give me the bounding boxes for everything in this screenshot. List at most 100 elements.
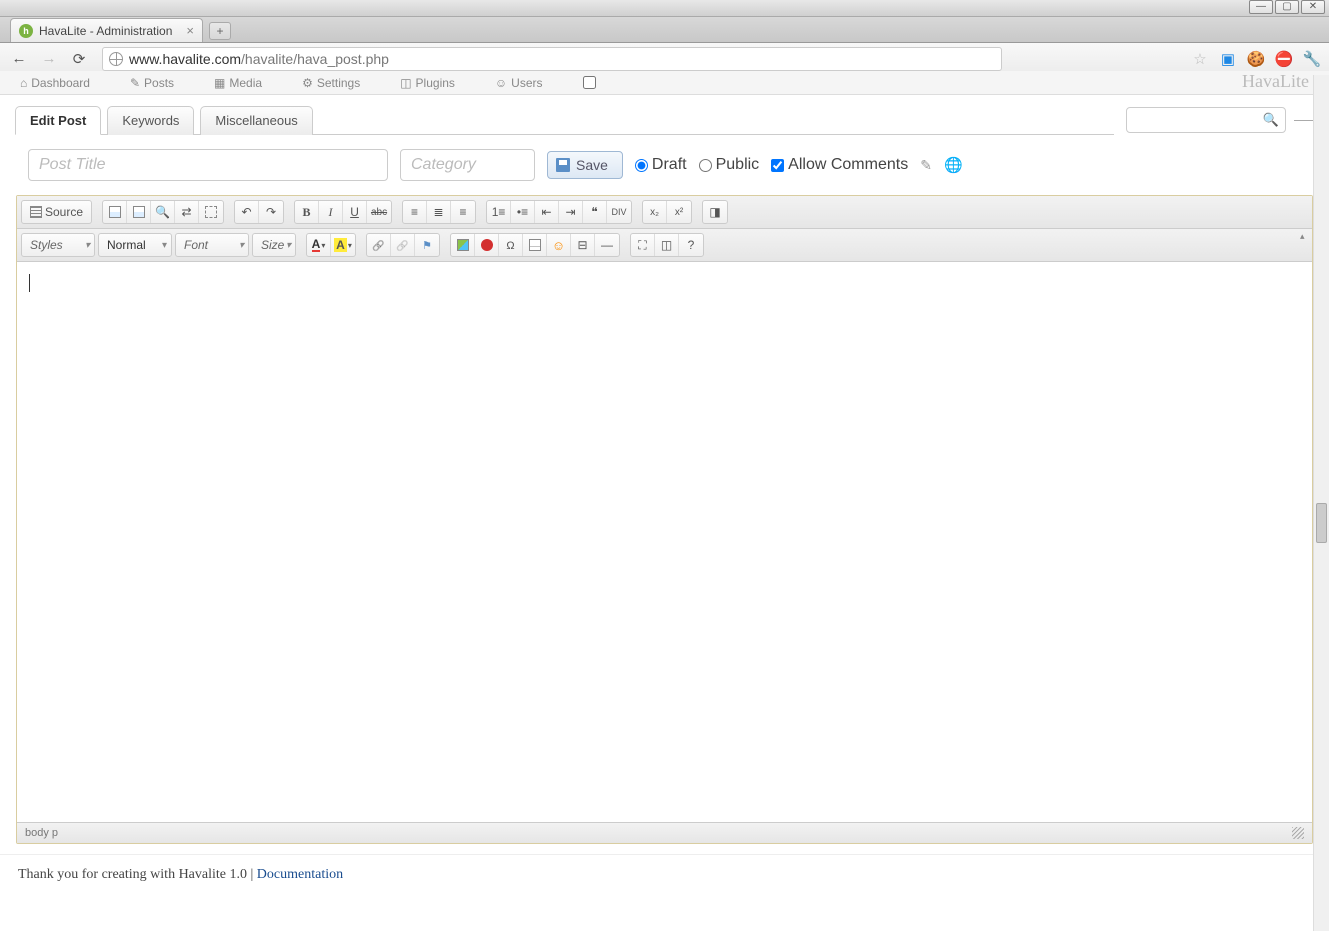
gear-icon: ⚙ [302,76,313,90]
hr-button[interactable]: — [595,234,619,256]
outdent-button[interactable]: ⇤ [535,201,559,223]
maximize-button[interactable]: ⛶ [631,234,655,256]
public-radio-label[interactable]: Public [699,156,760,174]
draft-radio-label[interactable]: Draft [635,156,687,174]
extension-icon-2[interactable]: 🍪 [1247,50,1265,68]
nav-settings[interactable]: ⚙Settings [302,76,360,90]
nav-toggle-checkbox[interactable] [583,76,596,89]
address-bar[interactable]: www.havalite.com/havalite/hava_post.php [102,47,1002,71]
newpage-button[interactable] [103,201,127,223]
page-scrollbar[interactable] [1313,75,1329,931]
editor-content-area[interactable] [17,262,1312,822]
nav-users[interactable]: ☺Users [495,76,543,90]
anchor-button[interactable] [415,234,439,256]
smiley-button[interactable] [547,234,571,256]
font-select[interactable]: Font [175,233,249,257]
italic-button[interactable]: I [319,201,343,223]
table-button[interactable] [523,234,547,256]
public-radio[interactable] [699,159,712,172]
superscript-button[interactable]: x² [667,201,691,223]
underline-button[interactable]: U [343,201,367,223]
bullet-list-button[interactable]: •≡ [511,201,535,223]
find-button[interactable]: 🔍 [151,201,175,223]
browser-tab-active[interactable]: h HavaLite - Administration × [10,18,203,42]
nav-posts[interactable]: ✎Posts [130,76,174,90]
scrollbar-thumb[interactable] [1316,503,1327,543]
extension-icon-3[interactable]: ⛔ [1275,50,1293,68]
subscript-button[interactable]: x₂ [643,201,667,223]
collapse-toolbar-icon[interactable]: ▴ [1300,231,1310,242]
tab-miscellaneous[interactable]: Miscellaneous [200,106,312,135]
div-button[interactable]: DIV [607,201,631,223]
unlink-button[interactable] [391,234,415,256]
size-select[interactable]: Size [252,233,296,257]
styles-select[interactable]: Styles [21,233,95,257]
window-close-button[interactable]: ✕ [1301,0,1325,14]
browser-tabs-bar: h HavaLite - Administration × + [0,17,1329,43]
selectall-button[interactable] [199,201,223,223]
tab-keywords[interactable]: Keywords [107,106,194,135]
browser-tab-title: HavaLite - Administration [39,24,172,38]
nav-plugins[interactable]: ◫Plugins [400,76,455,90]
bookmark-star-icon[interactable]: ☆ [1191,50,1209,68]
replace-button[interactable]: ⇄ [175,201,199,223]
table-icon [529,239,541,251]
extension-icon-1[interactable]: ▣ [1219,50,1237,68]
edit-pencil-icon[interactable]: ✎ [920,157,932,174]
selectall-icon [205,206,217,218]
align-center-button[interactable]: ≣ [427,201,451,223]
documentation-link[interactable]: Documentation [257,867,343,882]
indent-button[interactable]: ⇥ [559,201,583,223]
bold-button[interactable]: B [295,201,319,223]
div-icon: DIV [612,207,627,217]
admin-search-input[interactable]: 🔍 [1126,107,1286,133]
draft-radio[interactable] [635,159,648,172]
image-button[interactable] [451,234,475,256]
tab-edit-post[interactable]: Edit Post [15,106,101,135]
nav-dashboard[interactable]: ⌂Dashboard [20,76,90,90]
about-button[interactable]: ? [679,234,703,256]
align-right-button[interactable]: ≡ [451,201,475,223]
redo-button[interactable]: ↷ [259,201,283,223]
new-tab-button[interactable]: + [209,22,231,40]
strike-button[interactable]: abc [367,201,391,223]
showblocks-button[interactable]: ◫ [655,234,679,256]
preview-button[interactable] [127,201,151,223]
resize-grip-icon[interactable] [1292,827,1304,839]
undo-button[interactable]: ↶ [235,201,259,223]
window-minimize-button[interactable]: — [1249,0,1273,14]
window-titlebar: — ▢ ✕ [0,0,1329,17]
nav-checkbox[interactable] [583,76,596,89]
textcolor-button[interactable]: A▾ [307,234,331,256]
text-cursor [29,274,30,292]
post-title-input[interactable] [28,149,388,181]
flash-button[interactable] [475,234,499,256]
save-button[interactable]: Save [547,151,623,179]
preview-world-icon[interactable]: 🌐 [944,156,963,174]
window-maximize-button[interactable]: ▢ [1275,0,1299,14]
element-path[interactable]: body p [25,827,58,839]
back-button[interactable]: ← [8,48,30,70]
tab-close-icon[interactable]: × [186,23,194,38]
category-input[interactable] [400,149,535,181]
reload-button[interactable]: ⟳ [68,48,90,70]
unlink-icon [396,238,408,252]
nav-media[interactable]: ▦Media [214,76,262,90]
link-button[interactable] [367,234,391,256]
numbered-list-button[interactable]: 1≡ [487,201,511,223]
allow-comments-checkbox[interactable] [771,159,784,172]
forward-button[interactable]: → [38,48,60,70]
bgcolor-button[interactable]: A▾ [331,234,355,256]
users-icon: ☺ [495,76,507,90]
source-button[interactable]: Source [22,201,91,223]
pagebreak-button[interactable]: ⊟ [571,234,595,256]
settings-wrench-icon[interactable]: 🔧 [1303,50,1321,68]
blockquote-button[interactable]: ❝ [583,201,607,223]
specialchar-button[interactable] [499,234,523,256]
editor-toolbar-row1: Source 🔍 ⇄ ↶ ↷ B I U abc ≡ ≣ ≡ [17,196,1312,229]
source-icon [30,206,42,218]
format-select[interactable]: Normal [98,233,172,257]
align-left-button[interactable]: ≡ [403,201,427,223]
removeformat-button[interactable]: ◨ [703,201,727,223]
allow-comments-label[interactable]: Allow Comments [771,156,908,174]
